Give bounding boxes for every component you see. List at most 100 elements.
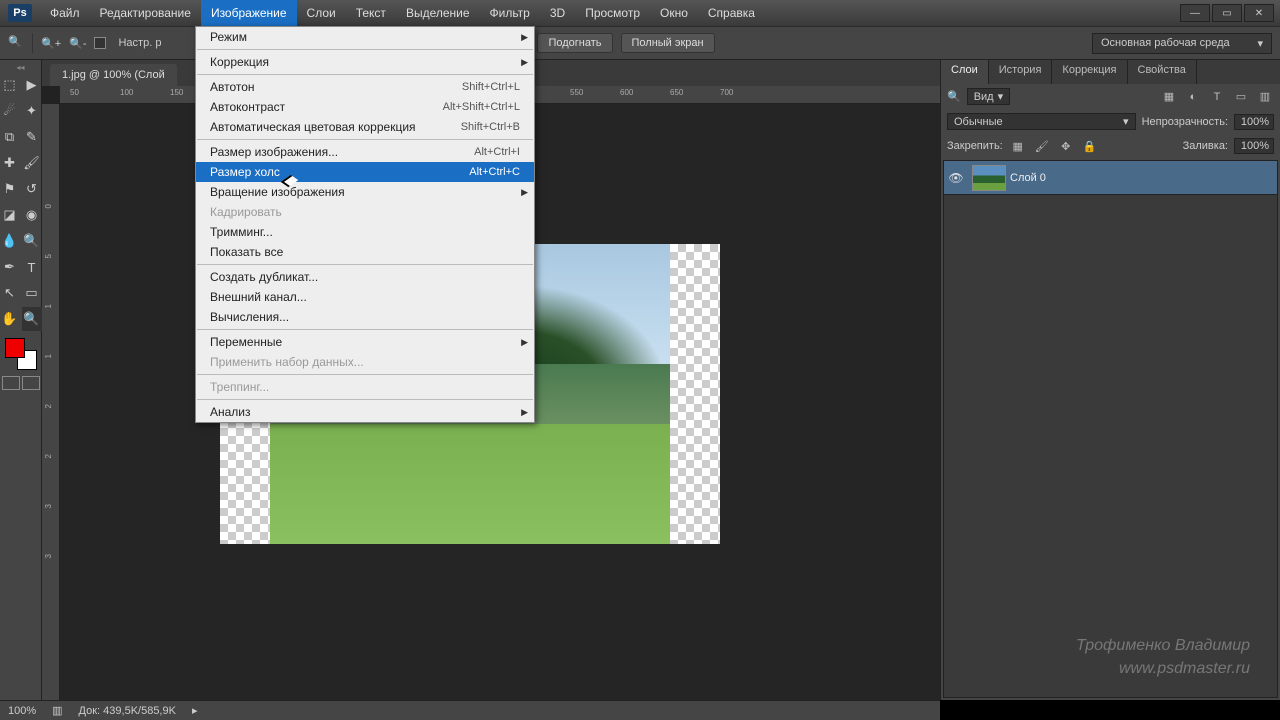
menu-item-9[interactable]: Размер холсAlt+Ctrl+C [196, 162, 534, 182]
menu-edit[interactable]: Редактирование [90, 0, 201, 26]
path-tool[interactable]: ↖ [0, 281, 20, 305]
menu-item-4[interactable]: АвтотонShift+Ctrl+L [196, 77, 534, 97]
filter-shape-icon[interactable]: ▭ [1232, 89, 1250, 105]
menu-view[interactable]: Просмотр [575, 0, 650, 26]
toolbox: ◂◂ ⬚▶ ☄✦ ⧉✎ ✚🖌 ⚑↺ ◪◉ 💧🔍 ✒T ↖▭ ✋🔍 [0, 60, 42, 700]
stamp-tool[interactable]: ⚑ [0, 177, 20, 201]
filter-smart-icon[interactable]: ▥ [1256, 89, 1274, 105]
maximize-button[interactable]: ▭ [1212, 4, 1242, 22]
zoom-tool[interactable]: 🔍 [22, 307, 42, 331]
tab-history[interactable]: История [989, 60, 1053, 84]
layer-filter-row: 🔍 Вид▾ ▦ ◐ T ▭ ▥ [941, 84, 1280, 109]
menu-item-24[interactable]: Анализ▶ [196, 402, 534, 422]
menu-filter[interactable]: Фильтр [480, 0, 540, 26]
workspace-selector[interactable]: Основная рабочая среда▾ [1092, 33, 1272, 54]
screenmode-icon[interactable] [22, 376, 40, 390]
image-menu-dropdown: Режим▶ Коррекция▶ АвтотонShift+Ctrl+LАвток… [195, 26, 535, 423]
menu-item-13[interactable]: Показать все [196, 242, 534, 262]
lock-all-icon[interactable]: 🔒 [1081, 138, 1099, 154]
status-icon: ▥ [52, 704, 62, 717]
zoom-in-icon[interactable]: 🔍+ [41, 37, 61, 50]
tab-layers[interactable]: Слои [941, 60, 989, 84]
menu-window[interactable]: Окно [650, 0, 698, 26]
fullscreen-button[interactable]: Полный экран [621, 33, 715, 53]
lock-pixels-icon[interactable]: ▦ [1009, 138, 1027, 154]
lock-move-icon[interactable]: ✥ [1057, 138, 1075, 154]
move-tool[interactable]: ⬚ [0, 73, 20, 97]
layer-kind-select[interactable]: Вид▾ [967, 88, 1010, 105]
bucket-tool[interactable]: ◉ [22, 203, 42, 227]
select-tool[interactable]: ▶ [22, 73, 42, 97]
search-icon: 🔍 [947, 90, 961, 103]
menu-item-6[interactable]: Автоматическая цветовая коррекцияShift+C… [196, 117, 534, 137]
menu-item-12[interactable]: Тримминг... [196, 222, 534, 242]
fill-value[interactable]: 100% [1234, 138, 1274, 154]
menu-item-11: Кадрировать [196, 202, 534, 222]
tab-properties[interactable]: Свойства [1128, 60, 1197, 84]
hand-tool[interactable]: ✋ [0, 307, 20, 331]
menu-item-0[interactable]: Режим▶ [196, 27, 534, 47]
shape-tool[interactable]: ▭ [22, 281, 42, 305]
menu-3d[interactable]: 3D [540, 0, 575, 26]
layer-row[interactable]: 👁 Слой 0 [944, 161, 1277, 195]
menu-file[interactable]: Файл [40, 0, 90, 26]
menu-item-10[interactable]: Вращение изображения▶ [196, 182, 534, 202]
opacity-value[interactable]: 100% [1234, 114, 1274, 130]
quickmask-icon[interactable] [2, 376, 20, 390]
toolbox-handle[interactable]: ◂◂ [3, 62, 39, 72]
menubar: Ps Файл Редактирование Изображение Слои … [0, 0, 1280, 26]
blend-mode-select[interactable]: Обычные▾ [947, 113, 1136, 130]
brush-tool[interactable]: 🖌 [22, 151, 42, 175]
crop-tool[interactable]: ⧉ [0, 125, 20, 149]
layer-thumbnail[interactable] [972, 165, 1006, 191]
filter-adjust-icon[interactable]: ◐ [1184, 89, 1202, 105]
resize-checkbox[interactable] [94, 37, 106, 49]
color-swatches[interactable] [5, 338, 37, 370]
filter-text-icon[interactable]: T [1208, 89, 1226, 105]
heal-tool[interactable]: ✚ [0, 151, 20, 175]
blur-tool[interactable]: 💧 [0, 229, 20, 253]
menu-separator [197, 399, 533, 400]
opacity-label: Непрозрачность: [1142, 116, 1228, 128]
menu-help[interactable]: Справка [698, 0, 765, 26]
text-tool[interactable]: T [22, 255, 42, 279]
visibility-icon[interactable]: 👁 [944, 171, 968, 185]
menu-text[interactable]: Текст [346, 0, 396, 26]
pen-tool[interactable]: ✒ [0, 255, 20, 279]
history-brush-tool[interactable]: ↺ [22, 177, 42, 201]
lasso-tool[interactable]: ☄ [0, 99, 20, 123]
document-tab[interactable]: 1.jpg @ 100% (Слой [50, 64, 177, 86]
menu-separator [197, 374, 533, 375]
zoom-out-icon[interactable]: 🔍- [69, 37, 86, 50]
menu-item-5[interactable]: АвтоконтрастAlt+Shift+Ctrl+L [196, 97, 534, 117]
tab-adjustments[interactable]: Коррекция [1052, 60, 1127, 84]
lock-brush-icon[interactable]: 🖌 [1033, 138, 1051, 154]
panels-area: Слои История Коррекция Свойства 🔍 Вид▾ ▦… [940, 60, 1280, 700]
filter-image-icon[interactable]: ▦ [1160, 89, 1178, 105]
wand-tool[interactable]: ✦ [22, 99, 42, 123]
menu-item-16[interactable]: Внешний канал... [196, 287, 534, 307]
chevron-right-icon[interactable]: ▸ [192, 704, 198, 717]
lock-label: Закрепить: [947, 140, 1003, 152]
lock-row: Закрепить: ▦ 🖌 ✥ 🔒 Заливка: 100% [941, 134, 1280, 158]
minimize-button[interactable]: — [1180, 4, 1210, 22]
layer-name[interactable]: Слой 0 [1010, 172, 1046, 184]
resize-label: Настр. р [118, 37, 161, 49]
eyedropper-tool[interactable]: ✎ [22, 125, 42, 149]
dodge-tool[interactable]: 🔍 [22, 229, 42, 253]
menu-item-2[interactable]: Коррекция▶ [196, 52, 534, 72]
zoom-level[interactable]: 100% [8, 705, 36, 717]
zoom-tool-icon: 🔍 [8, 35, 24, 51]
menu-item-8[interactable]: Размер изображения...Alt+Ctrl+I [196, 142, 534, 162]
menu-select[interactable]: Выделение [396, 0, 480, 26]
fit-button[interactable]: Подогнать [537, 33, 612, 53]
status-bar: 100% ▥ Док: 439,5K/585,9K ▸ [0, 700, 940, 720]
fill-label: Заливка: [1183, 140, 1228, 152]
eraser-tool[interactable]: ◪ [0, 203, 20, 227]
menu-image[interactable]: Изображение [201, 0, 297, 26]
menu-layers[interactable]: Слои [297, 0, 346, 26]
close-button[interactable]: ✕ [1244, 4, 1274, 22]
menu-item-17[interactable]: Вычисления... [196, 307, 534, 327]
menu-item-15[interactable]: Создать дубликат... [196, 267, 534, 287]
menu-item-19[interactable]: Переменные▶ [196, 332, 534, 352]
